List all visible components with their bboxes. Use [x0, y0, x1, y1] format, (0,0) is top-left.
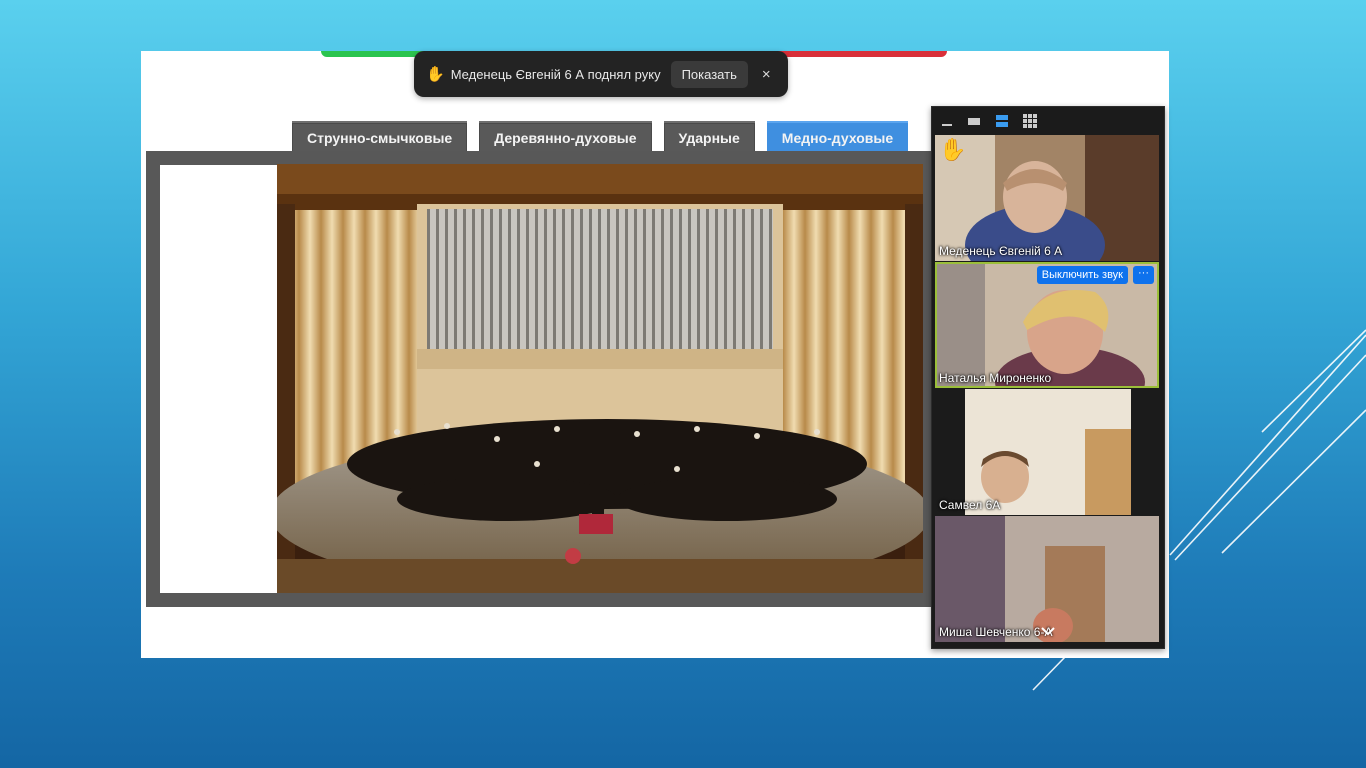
participant-video — [935, 389, 1159, 515]
participant-name: Самвел 6А — [939, 498, 1001, 512]
orchestra-photo — [277, 164, 923, 593]
raised-hand-icon: ✋ — [939, 137, 967, 162]
tab-brass[interactable]: Медно-духовые — [766, 121, 909, 153]
strip-view-icon[interactable] — [995, 114, 1009, 128]
participants-panel: ✋ Меденець Євгеній 6 А Выключить звук ··… — [931, 106, 1165, 649]
scroll-down-button[interactable] — [932, 624, 1164, 648]
raise-hand-notification: ✋ Меденець Євгеній 6 А поднял руку Показ… — [414, 51, 788, 97]
participant-video — [935, 135, 1159, 261]
tab-percussion[interactable]: Ударные — [663, 121, 755, 153]
participant-name: Наталья Мироненко — [939, 371, 1052, 385]
content-frame — [146, 151, 936, 607]
frame-blank-area — [160, 165, 278, 593]
instrument-tabs: Струнно-смычковые Деревянно-духовые Удар… — [292, 121, 909, 153]
panel-toolbar — [932, 107, 1164, 134]
tab-woodwinds[interactable]: Деревянно-духовые — [479, 121, 652, 153]
participant-tile[interactable]: ✋ Меденець Євгеній 6 А — [935, 135, 1159, 261]
more-options-button[interactable]: ··· — [1133, 266, 1154, 284]
mute-button[interactable]: Выключить звук — [1036, 266, 1128, 284]
single-view-icon[interactable] — [967, 115, 981, 127]
participant-tile-active-speaker[interactable]: Выключить звук ··· Наталья Мироненко — [935, 262, 1159, 388]
notification-message: Меденець Євгеній 6 А поднял руку — [450, 66, 661, 82]
show-button[interactable]: Показать — [670, 60, 748, 88]
close-icon[interactable]: × — [762, 66, 771, 83]
gallery-view-icon[interactable] — [1023, 113, 1037, 128]
tab-strings[interactable]: Струнно-смычковые — [292, 121, 468, 153]
chevron-down-icon — [1041, 627, 1055, 636]
raised-hand-icon: ✋ — [426, 66, 445, 83]
participant-tile[interactable]: Самвел 6А — [935, 389, 1159, 515]
participant-name: Меденець Євгеній 6 А — [939, 244, 1063, 258]
minimize-icon[interactable] — [941, 115, 953, 127]
